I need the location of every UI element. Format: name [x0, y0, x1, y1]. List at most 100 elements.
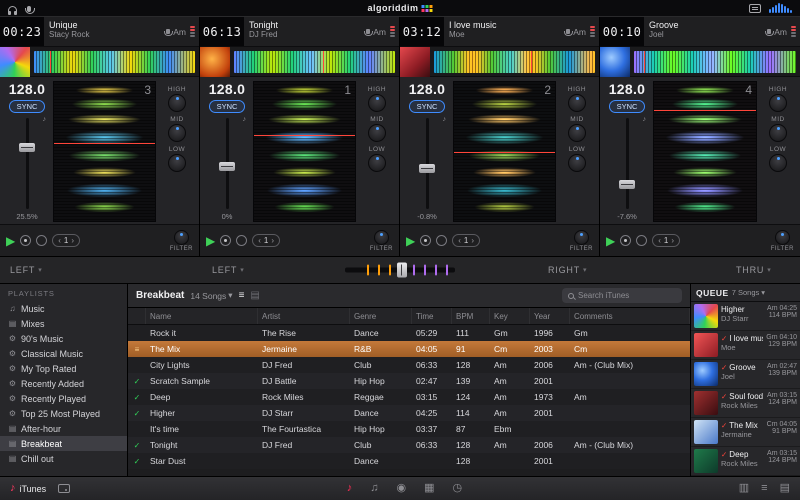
- eq-high-knob[interactable]: [769, 94, 787, 112]
- sidebar-item-90s-music[interactable]: ⚙ 90's Music: [0, 331, 127, 346]
- eq-mid-knob[interactable]: [368, 124, 386, 142]
- waveform-overview[interactable]: [34, 50, 195, 73]
- sync-button[interactable]: SYNC: [208, 100, 246, 113]
- table-row[interactable]: ✓ Star Dust Dance 128 2001: [128, 453, 690, 469]
- waveform-display[interactable]: 1: [253, 81, 356, 222]
- mixer-icon[interactable]: ▥: [739, 483, 749, 494]
- play-button[interactable]: ▶: [206, 235, 215, 247]
- table-row-selected[interactable]: ≡ The Mix Jermaine R&B 04:05 91 Cm 2003 …: [128, 341, 690, 357]
- loop-increase-icon[interactable]: ›: [671, 236, 674, 245]
- explorer-drive-icon[interactable]: [58, 484, 71, 493]
- table-row[interactable]: City Lights DJ Fred Club 06:33 128 Am 20…: [128, 357, 690, 373]
- queue-count-dropdown[interactable]: 7 Songs ▾: [732, 288, 765, 297]
- column-header-name[interactable]: Name: [146, 308, 258, 324]
- column-header-comments[interactable]: Comments: [570, 308, 690, 324]
- tempo-slider[interactable]: ♪: [4, 116, 50, 209]
- view-albums-icon[interactable]: ▤: [250, 290, 259, 301]
- sidebar-item-top-25-most-played[interactable]: ⚙ Top 25 Most Played: [0, 406, 127, 421]
- loop-decrease-icon[interactable]: ‹: [58, 236, 61, 245]
- loop-control[interactable]: ‹ 1 ›: [452, 234, 481, 247]
- tempo-slider-track[interactable]: [219, 118, 235, 209]
- eq-mid-knob[interactable]: [568, 124, 586, 142]
- table-row[interactable]: ✓ Higher DJ Starr Dance 04:25 114 Am 200…: [128, 405, 690, 421]
- view-list-icon[interactable]: ≡: [239, 290, 245, 301]
- tempo-slider-handle[interactable]: [219, 161, 235, 171]
- queue-item[interactable]: ✓ The Mix Jermaine Cm 04:05 91 BPM: [691, 418, 800, 447]
- search-box[interactable]: [562, 288, 682, 303]
- column-header-key[interactable]: Key: [490, 308, 530, 324]
- column-header-genre[interactable]: Genre: [350, 308, 412, 324]
- loop-control[interactable]: ‹ 1 ›: [252, 234, 281, 247]
- eq-low-knob[interactable]: [769, 154, 787, 172]
- loop-in-button[interactable]: [636, 235, 648, 246]
- bpm-display[interactable]: 128.0: [609, 81, 646, 97]
- waveform-display[interactable]: 2: [453, 81, 556, 222]
- loop-in-button[interactable]: [236, 235, 248, 246]
- songs-icon[interactable]: ♫: [370, 483, 378, 494]
- cue-button[interactable]: [220, 235, 232, 246]
- play-button[interactable]: ▶: [406, 235, 415, 247]
- bpm-display[interactable]: 128.0: [209, 81, 246, 97]
- loop-in-button[interactable]: [436, 235, 448, 246]
- sidebar-item-my-top-rated[interactable]: ⚙ My Top Rated: [0, 361, 127, 376]
- eq-low-knob[interactable]: [368, 154, 386, 172]
- deck-assign-dropdown-3[interactable]: RIGHT ▾: [548, 265, 587, 275]
- crossfader[interactable]: [345, 262, 455, 278]
- sidebar-item-classical-music[interactable]: ⚙ Classical Music: [0, 346, 127, 361]
- tempo-slider-handle[interactable]: [19, 143, 35, 153]
- tempo-slider-track[interactable]: [419, 118, 435, 209]
- bpm-display[interactable]: 128.0: [409, 81, 446, 97]
- tempo-slider-track[interactable]: [619, 118, 635, 209]
- eq-mid-knob[interactable]: [168, 124, 186, 142]
- pads-grid-icon[interactable]: ▦: [424, 483, 434, 494]
- play-button[interactable]: ▶: [6, 235, 15, 247]
- tempo-slider-handle[interactable]: [419, 163, 435, 173]
- queue-item[interactable]: ✓ Groove Joel Am 02:47 139 BPM: [691, 360, 800, 389]
- loop-decrease-icon[interactable]: ‹: [258, 236, 261, 245]
- deck-assign-dropdown-2[interactable]: LEFT ▾: [212, 265, 245, 275]
- list-icon[interactable]: ≡: [761, 483, 767, 494]
- tempo-slider[interactable]: ♪: [604, 116, 650, 209]
- column-header-status[interactable]: [128, 308, 146, 324]
- table-row[interactable]: It's time The Fourtastica Hip Hop 03:37 …: [128, 421, 690, 437]
- deck-assign-dropdown-4[interactable]: THRU ▾: [736, 265, 772, 275]
- queue-item[interactable]: Higher DJ Starr Am 04:25 114 BPM: [691, 302, 800, 331]
- sidebar-item-after-hour[interactable]: ▤ After-hour: [0, 421, 127, 436]
- queue-panel-icon[interactable]: ▤: [780, 483, 790, 494]
- sidebar-item-recently-played[interactable]: ⚙ Recently Played: [0, 391, 127, 406]
- column-header-artist[interactable]: Artist: [258, 308, 350, 324]
- waveform-display[interactable]: 4: [653, 81, 757, 222]
- deck-time[interactable]: 00:23: [0, 17, 44, 46]
- itunes-button[interactable]: ♪ iTunes: [10, 483, 46, 494]
- loop-increase-icon[interactable]: ›: [471, 236, 474, 245]
- turntable-icon[interactable]: ◉: [397, 483, 407, 494]
- eq-high-knob[interactable]: [368, 94, 386, 112]
- crossfader-handle[interactable]: [396, 262, 407, 278]
- loop-decrease-icon[interactable]: ‹: [458, 236, 461, 245]
- cue-button[interactable]: [420, 235, 432, 246]
- cue-button[interactable]: [620, 235, 632, 246]
- tempo-slider[interactable]: ♪: [204, 116, 250, 209]
- queue-header[interactable]: QUEUE 7 Songs ▾: [691, 284, 800, 302]
- deck-time[interactable]: 03:12: [400, 17, 444, 46]
- sidebar-item-music[interactable]: ♫ Music: [0, 301, 127, 316]
- loop-control[interactable]: ‹ 1 ›: [652, 234, 681, 247]
- eq-low-knob[interactable]: [568, 154, 586, 172]
- queue-item[interactable]: ✓ Soul food Rock Miles Am 03:15 124 BPM: [691, 389, 800, 418]
- filter-knob[interactable]: [173, 229, 189, 245]
- tempo-slider-track[interactable]: [19, 118, 35, 209]
- eq-high-knob[interactable]: [168, 94, 186, 112]
- library-music-icon[interactable]: ♪: [347, 483, 353, 494]
- table-row[interactable]: Rock it The Rise Dance 05:29 111 Gm 1996…: [128, 325, 690, 341]
- loop-increase-icon[interactable]: ›: [71, 236, 74, 245]
- tempo-slider[interactable]: ♪: [404, 116, 450, 209]
- sync-button[interactable]: SYNC: [8, 100, 46, 113]
- filter-knob[interactable]: [373, 229, 389, 245]
- loop-decrease-icon[interactable]: ‹: [658, 236, 661, 245]
- history-clock-icon[interactable]: ◷: [453, 483, 463, 494]
- eq-high-knob[interactable]: [568, 94, 586, 112]
- sync-button[interactable]: SYNC: [608, 100, 646, 113]
- queue-item[interactable]: ✓I love music Moe Gm 04:10 129 BPM: [691, 331, 800, 360]
- level-meter-icon[interactable]: [769, 3, 792, 13]
- eq-low-knob[interactable]: [168, 154, 186, 172]
